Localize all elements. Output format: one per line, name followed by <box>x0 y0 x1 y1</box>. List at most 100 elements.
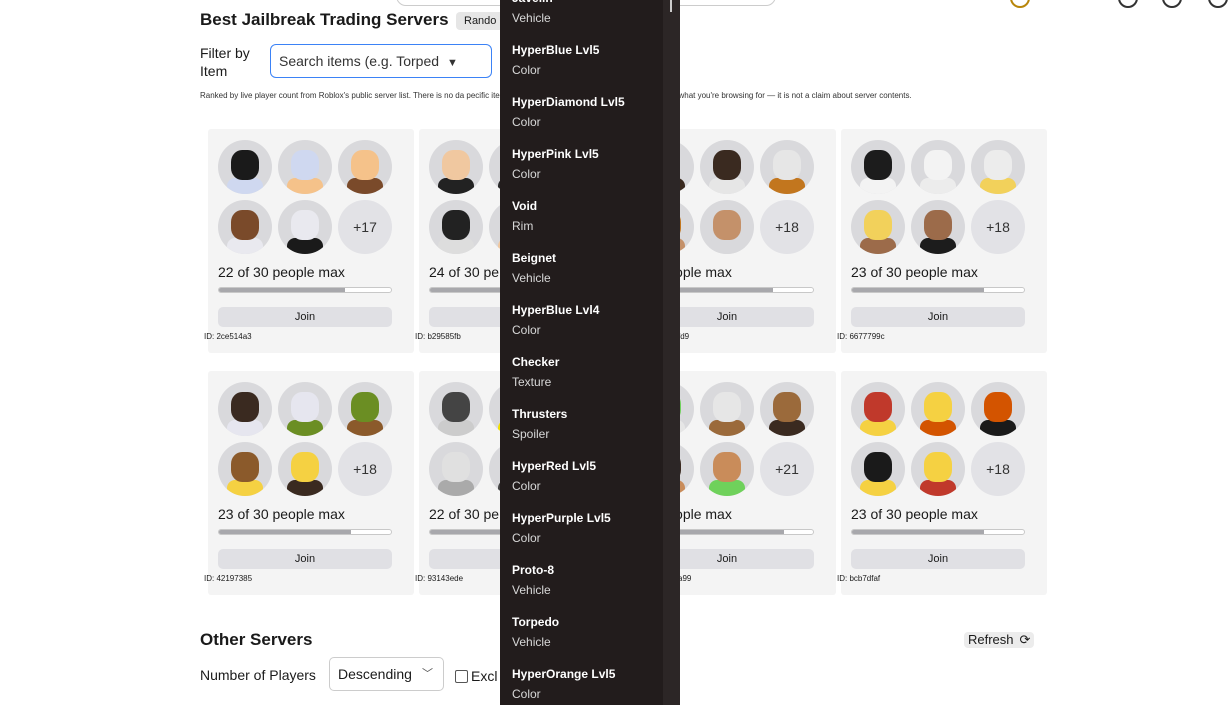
notifications-icon[interactable] <box>1118 0 1138 8</box>
server-id: ID: 2ce514a3 <box>204 332 252 341</box>
capacity-bar <box>218 287 392 293</box>
server-id: a99 <box>678 574 692 583</box>
option-name: Torpedo <box>512 615 560 629</box>
dropdown-option[interactable]: HyperRed Lvl5 Color <box>512 458 662 494</box>
option-name: Void <box>512 199 538 213</box>
option-name: HyperPurple Lvl5 <box>512 511 611 525</box>
option-name: Beignet <box>512 251 557 265</box>
player-count: 24 of 30 pe <box>429 264 500 280</box>
server-card: +17 22 of 30 people max Join ID: 2ce514a3 <box>204 129 414 353</box>
number-of-players-label: Number of Players <box>200 667 316 683</box>
capacity-bar <box>851 529 1025 535</box>
player-avatar <box>278 382 332 436</box>
server-id: ID: 6677799c <box>837 332 885 341</box>
dropdown-option[interactable]: Torpedo Vehicle <box>512 614 662 650</box>
player-avatar <box>851 382 905 436</box>
robux-icon[interactable] <box>1162 0 1182 8</box>
capacity-bar <box>851 287 1025 293</box>
player-avatar <box>760 382 814 436</box>
join-button[interactable]: Join <box>218 549 392 569</box>
player-avatar <box>700 382 754 436</box>
option-type: Color <box>512 167 541 181</box>
settings-icon[interactable] <box>1208 0 1228 8</box>
option-name: HyperDiamond Lvl5 <box>512 95 625 109</box>
player-avatar <box>218 200 272 254</box>
option-type: Vehicle <box>512 583 551 597</box>
sort-order-value: Descending <box>338 666 412 682</box>
player-avatar <box>971 382 1025 436</box>
server-card: +18 23 of 30 people max Join ID: 6677799c <box>837 129 1047 353</box>
server-card: +18 23 of 30 people max Join ID: bcb7dfaf <box>837 371 1047 595</box>
option-type: Rim <box>512 219 534 233</box>
player-count: 23 of 30 people max <box>851 264 978 280</box>
player-avatar <box>218 140 272 194</box>
player-avatar <box>760 140 814 194</box>
scrollbar-thumb[interactable] <box>670 0 672 12</box>
dropdown-option[interactable]: Thrusters Spoiler <box>512 406 662 442</box>
option-name: HyperOrange Lvl5 <box>512 667 616 681</box>
server-id: ID: b29585fb <box>415 332 461 341</box>
dropdown-scrollbar[interactable] <box>663 0 680 705</box>
player-avatar <box>278 442 332 496</box>
refresh-button[interactable]: Refresh ⟳ <box>964 632 1035 648</box>
option-type: Color <box>512 479 541 493</box>
join-button[interactable]: Join <box>851 307 1025 327</box>
option-name: HyperBlue Lvl4 <box>512 303 600 317</box>
dropdown-option[interactable]: HyperDiamond Lvl5 Color <box>512 94 662 130</box>
dropdown-option[interactable]: HyperOrange Lvl5 Color <box>512 666 662 702</box>
dropdown-option[interactable]: Beignet Vehicle <box>512 250 662 286</box>
option-type: Color <box>512 63 541 77</box>
chevron-down-icon: ▼ <box>446 57 458 69</box>
dropdown-option[interactable]: HyperBlue Lvl4 Color <box>512 302 662 338</box>
dropdown-option[interactable]: HyperPurple Lvl5 Color <box>512 510 662 546</box>
player-avatar <box>278 140 332 194</box>
dropdown-option[interactable]: HyperPink Lvl5 Color <box>512 146 662 182</box>
capacity-fill <box>219 288 345 292</box>
dropdown-option[interactable]: Javelin Vehicle <box>512 0 662 26</box>
option-type: Color <box>512 115 541 129</box>
player-avatar <box>429 382 483 436</box>
option-name: Thrusters <box>512 407 568 421</box>
more-players-badge: +18 <box>971 442 1025 496</box>
option-name: HyperBlue Lvl5 <box>512 43 600 57</box>
option-name: Javelin <box>512 0 662 6</box>
server-id: ID: 93143ede <box>415 574 464 583</box>
more-players-badge: +21 <box>760 442 814 496</box>
chevron-down-icon: ﹀ <box>422 668 433 680</box>
capacity-fill <box>852 530 985 534</box>
server-id: ID: 42197385 <box>204 574 253 583</box>
item-filter-select[interactable]: Search items (e.g. Torped ▼ <box>270 44 492 78</box>
player-avatar <box>700 140 754 194</box>
item-filter-dropdown[interactable]: JavelinVehicleHyperBlue Lvl5ColorHyperDi… <box>500 0 680 705</box>
dropdown-option[interactable]: Checker Texture <box>512 354 662 390</box>
player-avatar <box>429 442 483 496</box>
player-avatar <box>971 140 1025 194</box>
option-name: Checker <box>512 355 560 369</box>
dropdown-option[interactable]: Void Rim <box>512 198 662 234</box>
player-avatar <box>338 382 392 436</box>
player-avatar <box>700 200 754 254</box>
server-card: +18 23 of 30 people max Join ID: 42197385 <box>204 371 414 595</box>
dropdown-option[interactable]: Proto-8 Vehicle <box>512 562 662 598</box>
player-count: 23 of 30 people max <box>218 506 345 522</box>
player-avatar <box>218 382 272 436</box>
option-type: Color <box>512 323 541 337</box>
dropdown-option[interactable]: HyperBlue Lvl5 Color <box>512 42 662 78</box>
sort-order-select[interactable]: Descending ﹀ <box>329 657 444 691</box>
avatar-icon[interactable] <box>1010 0 1030 8</box>
option-type: Vehicle <box>512 635 551 649</box>
more-players-badge: +18 <box>971 200 1025 254</box>
exclude-full-checkbox[interactable]: Excl <box>455 668 497 684</box>
server-id: ID: bcb7dfaf <box>837 574 881 583</box>
random-button[interactable]: Rando <box>456 12 505 30</box>
capacity-fill <box>852 288 985 292</box>
join-button[interactable]: Join <box>851 549 1025 569</box>
page-title: Best Jailbreak Trading Servers <box>200 10 449 29</box>
checkbox-icon <box>455 670 468 683</box>
option-type: Spoiler <box>512 427 550 441</box>
option-name: HyperRed Lvl5 <box>512 459 597 473</box>
capacity-bar <box>218 529 392 535</box>
option-name: HyperPink Lvl5 <box>512 147 599 161</box>
join-button[interactable]: Join <box>218 307 392 327</box>
other-servers-title: Other Servers <box>200 630 313 649</box>
